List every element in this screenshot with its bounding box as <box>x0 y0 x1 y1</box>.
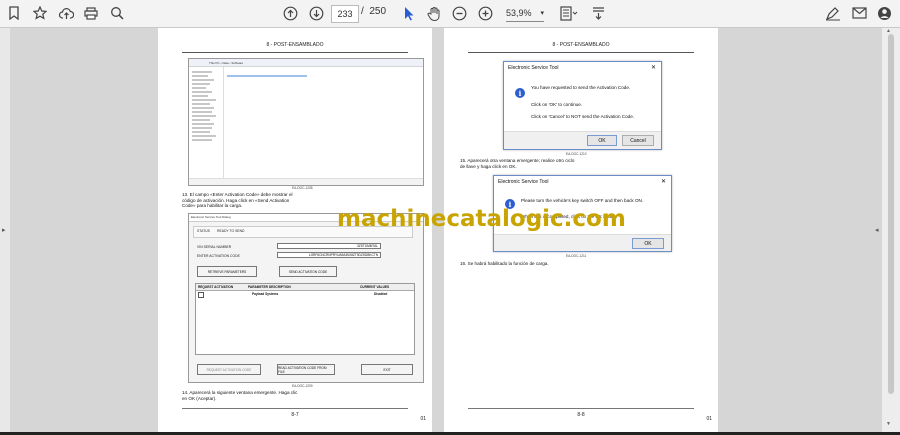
vertical-scrollbar-thumb[interactable] <box>888 34 894 394</box>
selected-file-row <box>227 75 307 77</box>
dialog-title: Electronic Service Tool <box>498 179 549 185</box>
dialog-message: Click on 'Cancel' to NOT send the Activa… <box>531 114 635 119</box>
activation-code-field[interactable]: LGRF6CNCRNPRYUA9A35X8ZT9DZSDBKCTN <box>277 252 381 258</box>
zoom-search-icon[interactable] <box>109 3 125 23</box>
page-footer-revision: 01 <box>420 416 426 422</box>
step-15-text: 15. Aparecerá otra ventana emergente; re… <box>460 158 574 169</box>
step-15-line: 15. Aparecerá otra ventana emergente; re… <box>460 158 575 163</box>
dialog-message: You have requested to send the Activatio… <box>531 85 631 90</box>
left-panel-handle[interactable]: ▸ <box>0 28 10 432</box>
vin-label: VIN SERIAL NUMBER <box>197 245 232 249</box>
explorer-status-bar <box>189 178 423 185</box>
scroll-mode-icon[interactable] <box>589 3 607 23</box>
chevron-down-icon: ▾ <box>540 10 544 17</box>
zoom-out-icon[interactable] <box>451 3 467 23</box>
figure-caption: EA-DOC-1208 <box>292 186 313 190</box>
info-icon: i <box>515 88 525 98</box>
previous-page-icon[interactable] <box>282 3 298 23</box>
activation-window-title: Electronic Service Tool Dialog <box>191 215 231 219</box>
page-layout-icon[interactable] <box>559 3 579 23</box>
zoom-level-select[interactable]: 53,9% ▾ <box>506 5 544 22</box>
step-15-line: de llave y haga click en OK. <box>460 163 517 169</box>
dialog-title: Electronic Service Tool <box>508 65 559 71</box>
read-activation-code-from-file-button[interactable]: READ ACTIVATION CODE FROM FILE <box>277 364 335 375</box>
header-rule <box>468 52 694 53</box>
exit-button[interactable]: EXIT <box>361 364 413 375</box>
next-page-icon[interactable] <box>308 3 324 23</box>
figure-caption: EA-DOC-1211 <box>566 254 587 258</box>
footer-rule <box>468 408 694 409</box>
account-icon[interactable] <box>875 3 893 23</box>
activation-window-screenshot: Electronic Service Tool Dialog STATUS RE… <box>188 213 424 383</box>
parameter-description-cell: Payload Systems <box>252 292 279 296</box>
dialog-message: Click on 'OK' to continue. <box>531 102 583 107</box>
file-explorer-screenshot: This PC › Data › Software <box>188 58 424 186</box>
page-header: 8 - POST-ENSAMBLADO <box>266 42 324 48</box>
status-value: READY TO SEND <box>217 229 245 233</box>
star-icon[interactable] <box>32 3 48 23</box>
request-activation-checkbox[interactable] <box>198 292 204 298</box>
parameters-table: REQUEST ACTIVATION PARAMETER DESCRIPTION… <box>195 283 415 355</box>
request-activation-code-button[interactable]: REQUEST ACTIVATION CODE <box>197 364 261 375</box>
zoom-in-icon[interactable] <box>477 3 493 23</box>
close-icon[interactable]: ✕ <box>661 178 666 185</box>
step-14-text: 14. Aparecerá la siguiente ventana emerg… <box>182 390 297 401</box>
column-parameter-description: PARAMETER DESCRIPTION <box>248 285 291 289</box>
step-13-line: 13. El campo «Enter Activation Code» deb… <box>182 192 293 197</box>
column-current-values: CURRENT VALUES <box>360 285 390 289</box>
header-rule <box>182 52 408 53</box>
page-number-input[interactable]: 233 <box>331 5 359 23</box>
page-footer: 8-7 <box>291 412 299 418</box>
mail-icon[interactable] <box>850 3 868 23</box>
ok-button[interactable]: OK <box>632 238 664 249</box>
activation-code-label: ENTER ACTIVATION CODE <box>197 254 240 258</box>
close-icon[interactable]: ✕ <box>651 64 656 71</box>
select-cursor-icon[interactable] <box>401 3 417 23</box>
footer-rule <box>182 408 408 409</box>
column-request-activation: REQUEST ACTIVATION <box>198 285 234 289</box>
ok-button[interactable]: OK <box>587 135 617 146</box>
current-value-cell: Disabled <box>374 292 388 296</box>
step-14-line: 14. Aparecerá la siguiente ventana emerg… <box>182 390 298 395</box>
status-label: STATUS <box>197 229 210 233</box>
dialog-message: Please turn the vehicle's key switch OFF… <box>521 198 644 203</box>
scroll-down-icon[interactable]: ▼ <box>886 421 891 427</box>
step-13-line: Code» para habilitar la carga. <box>182 203 243 209</box>
upload-cloud-icon[interactable] <box>58 3 74 23</box>
step-13-text: 13. El campo «Enter Activation Code» deb… <box>182 192 293 209</box>
page-count: / 250 <box>361 6 386 17</box>
page-footer-revision: 01 <box>706 416 712 422</box>
figure-caption: EA-DOC-1210 <box>566 152 587 156</box>
retrieve-parameters-button[interactable]: RETRIEVE PARAMETERS <box>197 266 257 277</box>
figure-caption: EA-DOC-1209 <box>292 384 313 388</box>
fill-sign-icon[interactable] <box>824 3 842 23</box>
page-separator: / <box>361 6 364 17</box>
viewer-toolbar: 233 / 250 53,9% ▾ <box>0 0 900 28</box>
page-footer: 8-8 <box>577 412 585 418</box>
send-code-dialog: Electronic Service Tool ✕ i You have req… <box>503 61 662 150</box>
step-16-text: 16. Se habrá habilitado la función de ca… <box>460 261 549 266</box>
bookmark-icon[interactable] <box>6 3 22 23</box>
send-activation-code-button[interactable]: SEND ACTIVATION CODE <box>279 266 337 277</box>
hand-tool-icon[interactable] <box>426 3 442 23</box>
vin-field[interactable]: 3ZSTUMMTAL <box>277 243 381 249</box>
expand-left-icon[interactable]: ▸ <box>2 226 6 234</box>
zoom-level-value: 53,9% <box>506 8 532 18</box>
expand-right-icon[interactable]: ◂ <box>875 226 879 234</box>
watermark-text: machinecatalogic.com <box>337 206 626 232</box>
explorer-nav-pane <box>189 67 224 185</box>
total-pages: 250 <box>369 6 387 17</box>
step-14-line: en OK (Aceptar). <box>182 395 217 401</box>
page-header: 8 - POST-ENSAMBLADO <box>552 42 610 48</box>
cancel-button[interactable]: Cancel <box>622 135 654 146</box>
explorer-path: This PC › Data › Software <box>209 61 244 65</box>
print-icon[interactable] <box>83 3 99 23</box>
